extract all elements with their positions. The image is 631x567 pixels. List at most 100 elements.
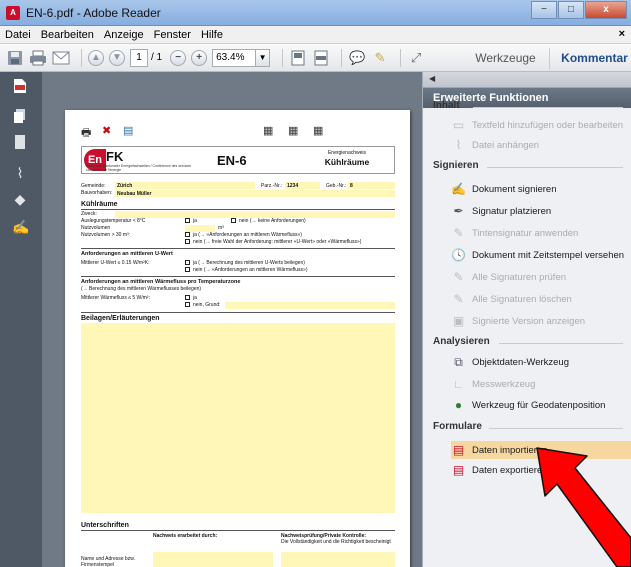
open-folder-icon[interactable]: ▤ (123, 124, 133, 137)
nutzvolumen-ja-checkbox[interactable] (185, 232, 190, 237)
red-arrow-shape (536, 447, 631, 567)
group-signieren[interactable]: Signieren (433, 160, 479, 171)
auslegung-ja-checkbox[interactable] (185, 218, 190, 223)
gemeinde-label: Gemeinde: (81, 183, 106, 189)
document-icon[interactable]: ▦ (313, 124, 323, 137)
pdf-page[interactable]: 🖶 ✖ ▤ ▦ ▦ ▦ En FK Konferenz Kantonaler E… (65, 110, 410, 567)
zoom-dropdown-icon[interactable]: ▼ (256, 48, 271, 67)
tab-kommentar[interactable]: Kommentar (558, 48, 631, 70)
document-close-button[interactable]: × (619, 28, 625, 40)
section-kuehlraeume: Kühlräume (81, 201, 118, 208)
menu-datei[interactable]: Datei (0, 29, 36, 41)
messwerkzeug-item[interactable]: ∟ Messwerkzeug (451, 375, 631, 393)
dokument-signieren-item[interactable]: ✍ Dokument signieren (451, 180, 631, 198)
timestamp-icon: 🕓 (451, 248, 466, 262)
zweck-label: Zweck: (81, 211, 97, 217)
menu-hilfe[interactable]: Hilfe (196, 29, 228, 41)
object-data-icon: ⧉ (454, 354, 463, 369)
geb-field[interactable]: 8 (348, 182, 395, 189)
auslegung-nein-checkbox[interactable] (231, 218, 236, 223)
collapse-arrow-icon[interactable]: ◀ (429, 74, 435, 83)
uwert-nein-checkbox[interactable] (185, 267, 190, 272)
alle-loeschen-label: Alle Signaturen löschen (472, 293, 572, 305)
nutzvolumen-field[interactable] (185, 225, 215, 232)
nutzvolumen-label: Nutzvolumen (81, 225, 111, 231)
objektdaten-item[interactable]: ⧉ Objektdaten-Werkzeug (451, 353, 631, 371)
zeitstempel-label: Dokument mit Zeitstempel versehen (472, 249, 625, 261)
fit-page-icon[interactable] (289, 49, 307, 67)
section-uwert: Anforderungen an mittleren U-Wert (81, 251, 173, 257)
expand-icon[interactable]: ⤢ (407, 49, 425, 67)
group-inhalt[interactable]: Inhalt (433, 100, 460, 111)
ja-berechnung-label: ja (→ Berechnung des mittleren U-Werts b… (193, 260, 305, 266)
menu-bearbeiten[interactable]: Bearbeiten (36, 29, 99, 41)
clear-signatures-icon: ✎ (453, 292, 464, 306)
divider (81, 312, 395, 313)
next-page-icon[interactable]: ▼ (109, 49, 125, 66)
gemeinde-field[interactable]: Zürich (115, 182, 255, 189)
bauvorhaben-value: Neubau Müller (117, 191, 152, 197)
auslegung-label: Auslegungstemperatur < 8°C (81, 218, 146, 224)
zoom-input[interactable]: 63.4% (212, 48, 257, 67)
signature-field-1[interactable] (153, 552, 273, 567)
signierte-version-item[interactable]: ▣ Signierte Version anzeigen (451, 312, 631, 330)
pdf-document-icon[interactable] (12, 78, 28, 96)
signature-field-2[interactable] (281, 552, 395, 567)
panel-header: ◀ (423, 72, 631, 88)
uwert-ja-checkbox[interactable] (185, 260, 190, 265)
print-icon[interactable]: 🖶 (81, 124, 91, 143)
nutzvolumen-nein-checkbox[interactable] (185, 239, 190, 244)
zeitstempel-item[interactable]: 🕓 Dokument mit Zeitstempel versehen (451, 246, 631, 264)
export-data-icon: ▤ (452, 463, 465, 477)
zoom-out-icon[interactable]: − (170, 49, 187, 66)
menu-fenster[interactable]: Fenster (149, 29, 196, 41)
tintensignatur-item[interactable]: ✎ Tintensignatur anwenden (451, 224, 631, 242)
previous-page-icon[interactable]: ▲ (88, 49, 104, 66)
waermefluss-nein-checkbox[interactable] (185, 302, 190, 307)
signatur-platzieren-item[interactable]: ✒ Signatur platzieren (451, 202, 631, 220)
group-formulare[interactable]: Formulare (433, 421, 482, 432)
bauvorhaben-field[interactable]: Neubau Müller (115, 190, 395, 197)
menu-anzeige[interactable]: Anzeige (99, 29, 149, 41)
print-icon[interactable] (29, 49, 47, 67)
textfeld-item[interactable]: ▭ Textfeld hinzufügen oder bearbeiten (451, 116, 631, 134)
ink-pen-icon: ✎ (453, 226, 464, 240)
fit-width-icon[interactable] (312, 49, 330, 67)
zweck-field[interactable] (115, 211, 395, 218)
delete-icon[interactable]: ✖ (102, 124, 111, 137)
parz-label: Parz.-Nr.: (261, 183, 283, 189)
comment-icon[interactable]: 💬 (348, 49, 366, 67)
close-button[interactable]: x (585, 1, 627, 19)
minimize-button[interactable]: − (531, 1, 557, 19)
save-icon[interactable] (6, 49, 24, 67)
zoom-in-icon[interactable]: + (191, 49, 208, 66)
page-number-input[interactable]: 1 (130, 48, 148, 67)
bookmarks-icon[interactable] (12, 134, 28, 152)
signatures-icon[interactable]: ✍ (12, 218, 29, 236)
import-data-icon: ▤ (452, 443, 465, 457)
attachments-icon[interactable]: ⌇ (12, 164, 28, 182)
beilagen-field[interactable] (81, 323, 395, 513)
grund-field[interactable] (225, 302, 395, 309)
group-analysieren[interactable]: Analysieren (433, 336, 490, 347)
bauvorhaben-label: Bauvorhaben: (81, 190, 113, 196)
document-icon[interactable]: ▦ (263, 124, 273, 137)
window-title: EN-6.pdf - Adobe Reader (26, 6, 161, 20)
document-area[interactable]: 🖶 ✖ ▤ ▦ ▦ ▦ En FK Konferenz Kantonaler E… (42, 72, 422, 567)
document-icon[interactable]: ▦ (288, 124, 298, 137)
tab-werkzeuge[interactable]: Werkzeuge (462, 48, 550, 70)
alle-loeschen-item[interactable]: ✎ Alle Signaturen löschen (451, 290, 631, 308)
alle-pruefen-item[interactable]: ✎ Alle Signaturen prüfen (451, 268, 631, 286)
highlight-icon[interactable]: ✎ (371, 49, 389, 67)
pages-icon[interactable] (12, 108, 28, 126)
geodaten-item[interactable]: ● Werkzeug für Geodatenposition (451, 396, 631, 414)
maximize-button[interactable]: □ (558, 1, 584, 19)
datei-anhaengen-item[interactable]: ⌇ Datei anhängen (451, 136, 631, 154)
waermefluss-ja-checkbox[interactable] (185, 295, 190, 300)
parz-field[interactable]: 1234 (285, 182, 320, 189)
waermefluss-label: Mittlerer Wärmefluss ≤ 5 W/m²: (81, 295, 150, 301)
layers-icon[interactable]: ◆ (12, 190, 28, 208)
email-icon[interactable] (52, 49, 70, 67)
divider (473, 107, 623, 108)
waermefluss-sub: (→ Berechnung des mittleren Wärmeflusses… (81, 286, 202, 292)
